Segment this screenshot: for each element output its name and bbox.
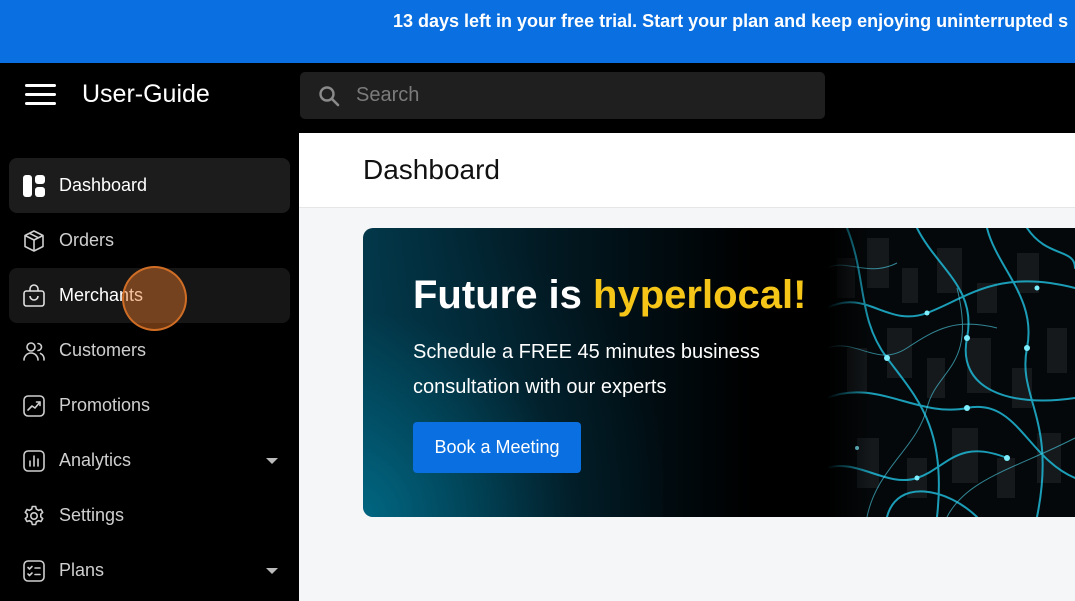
dashboard-icon <box>23 175 45 197</box>
sidebar-item-label: Plans <box>59 560 105 580</box>
promo-banner: Future is hyperlocal! Schedule a FREE 45… <box>363 228 1075 517</box>
chevron-down-icon[interactable] <box>266 458 278 464</box>
sidebar-item-label: Promotions <box>59 395 151 415</box>
sidebar-item-customers[interactable]: Customers <box>9 323 290 378</box>
click-indicator <box>122 266 187 331</box>
main-content: Dashboard Future is hyperlocal! Schedule… <box>299 133 1075 601</box>
search-icon <box>319 86 340 107</box>
book-meeting-button[interactable]: Book a Meeting <box>413 422 581 473</box>
sidebar-item-plans[interactable]: Plans <box>9 543 290 598</box>
promo-subtitle: Schedule a FREE 45 minutes business cons… <box>413 341 760 398</box>
sidebar-item-orders[interactable]: Orders <box>9 213 290 268</box>
box-icon <box>24 230 44 252</box>
users-icon <box>23 342 45 361</box>
page-header: Dashboard <box>299 133 1075 208</box>
promo-heading: Future is hyperlocal! <box>413 273 806 318</box>
search-input[interactable] <box>356 72 811 119</box>
trending-chart-icon <box>23 395 45 417</box>
sidebar-item-label: Settings <box>59 505 125 525</box>
promo-heading-highlight: hyperlocal! <box>593 273 807 317</box>
app-title: User-Guide <box>82 80 210 108</box>
checklist-icon <box>23 560 45 582</box>
hamburger-menu-icon[interactable] <box>25 84 56 106</box>
sidebar-item-label: Orders <box>59 230 115 250</box>
chevron-down-icon[interactable] <box>266 568 278 574</box>
sidebar-item-label: Analytics <box>59 450 132 470</box>
sidebar-item-label: Customers <box>59 340 147 360</box>
sidebar-item-settings[interactable]: Settings <box>9 488 290 543</box>
sidebar-item-promotions[interactable]: Promotions <box>9 378 290 433</box>
top-bar: User-Guide <box>0 63 1075 133</box>
page-title: Dashboard <box>363 154 500 185</box>
trial-banner-text: 13 days left in your free trial. Start y… <box>393 11 1069 31</box>
promo-heading-text: Future is <box>413 273 594 317</box>
trial-banner[interactable]: 13 days left in your free trial. Start y… <box>0 0 1075 63</box>
sidebar: Dashboard Orders Merchants Customers Pro… <box>0 133 299 601</box>
search-box[interactable] <box>300 72 825 119</box>
gear-icon <box>24 505 44 526</box>
sidebar-item-dashboard[interactable]: Dashboard <box>9 158 290 213</box>
bar-chart-icon <box>23 450 45 472</box>
sidebar-item-label: Dashboard <box>59 175 148 195</box>
sidebar-item-analytics[interactable]: Analytics <box>9 433 290 488</box>
shopping-bag-icon <box>23 284 45 307</box>
city-network-image <box>827 228 1075 517</box>
